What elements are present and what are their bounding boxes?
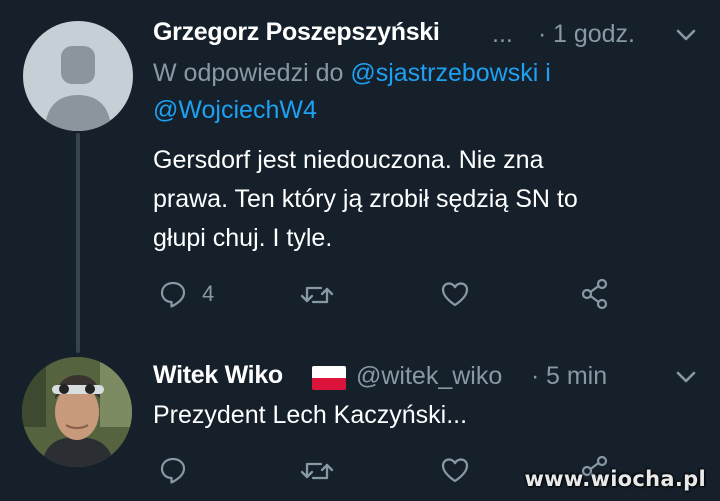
tweet-text-line: prawa. Ten który ją zrobił sędzią SN to <box>153 185 578 213</box>
tweet-text-line: Gersdorf jest niedouczona. Nie zna <box>153 146 544 174</box>
user-handle[interactable]: @witek_wiko <box>356 362 502 391</box>
reply-button[interactable] <box>158 455 188 485</box>
thread-line <box>76 133 80 353</box>
retweet-icon <box>299 281 335 309</box>
author-name[interactable]: Witek Wiko <box>153 361 283 390</box>
timestamp[interactable]: 1 godz. <box>553 20 635 49</box>
tweet-text-line: głupi chuj. I tyle. <box>153 224 333 252</box>
poland-flag-icon <box>312 366 346 395</box>
retweet-button[interactable] <box>299 281 335 309</box>
default-avatar-icon <box>45 46 111 131</box>
like-button[interactable] <box>440 280 470 308</box>
reply-button[interactable]: 4 <box>158 279 214 309</box>
profile-photo <box>22 357 132 467</box>
avatar-default[interactable] <box>23 21 133 131</box>
timestamp[interactable]: 5 min <box>546 362 607 391</box>
retweet-button[interactable] <box>299 457 335 485</box>
like-icon <box>440 456 470 484</box>
chevron-down-icon[interactable] <box>676 370 696 389</box>
like-icon <box>440 280 470 308</box>
reply-icon <box>158 279 188 309</box>
share-icon <box>580 278 610 310</box>
like-button[interactable] <box>440 456 470 484</box>
mention-link[interactable]: @sjastrzebowski <box>350 59 538 87</box>
tweet-text-line: Prezydent Lech Kaczyński... <box>153 401 468 429</box>
retweet-icon <box>299 457 335 485</box>
watermark: www.wiocha.pl <box>524 467 706 491</box>
reply-prefix: W odpowiedzi do <box>153 59 344 87</box>
chevron-down-icon[interactable] <box>676 28 696 47</box>
separator-dot: · <box>531 362 540 390</box>
reply-context: W odpowiedzi do @sjastrzebowski i <box>153 56 551 91</box>
mention-link[interactable]: @WojciechW4 <box>153 93 317 128</box>
separator-dot: · <box>538 20 547 48</box>
name-truncation: ... <box>492 20 513 48</box>
mention-conjunction: i <box>545 59 551 87</box>
avatar[interactable] <box>22 357 132 467</box>
share-button[interactable] <box>580 278 610 310</box>
reply-icon <box>158 455 188 485</box>
reply-count: 4 <box>202 281 215 306</box>
author-name[interactable]: Grzegorz Poszepszyński <box>153 18 440 47</box>
